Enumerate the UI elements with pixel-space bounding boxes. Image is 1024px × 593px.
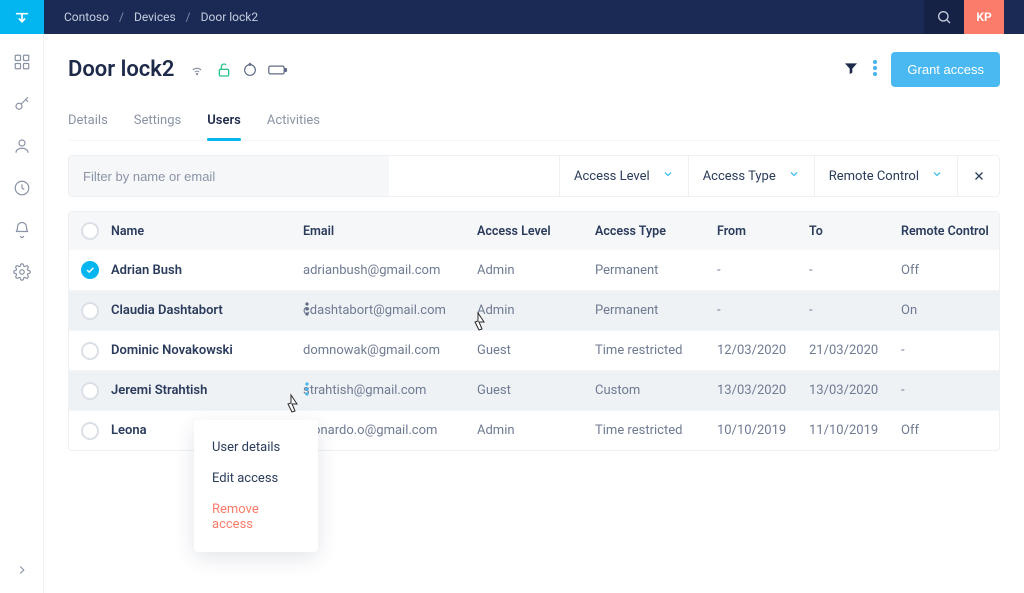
- key-icon[interactable]: [8, 90, 36, 118]
- bell-icon[interactable]: [8, 216, 36, 244]
- table-row[interactable]: Adrian Bushadrianbush@gmail.comAdminPerm…: [69, 250, 999, 290]
- cell-to: 21/03/2020: [809, 343, 901, 358]
- avatar[interactable]: KP: [964, 0, 1004, 34]
- user-details-menu-item[interactable]: User details: [194, 432, 318, 463]
- row-context-menu: User details Edit access Remove access: [194, 420, 318, 552]
- cell-type: Permanent: [595, 303, 717, 318]
- column-level[interactable]: Access Level: [477, 224, 595, 239]
- cell-type: Permanent: [595, 263, 717, 278]
- access-type-dropdown[interactable]: Access Type: [688, 156, 814, 196]
- tab-users[interactable]: Users: [207, 105, 241, 140]
- cell-from: -: [717, 263, 809, 278]
- battery-icon: [268, 64, 288, 76]
- cell-to: -: [809, 303, 901, 318]
- collapse-toggle[interactable]: [15, 551, 29, 593]
- breadcrumb-item[interactable]: Contoso: [64, 10, 109, 24]
- users-icon[interactable]: [8, 132, 36, 160]
- cell-level: Admin: [477, 423, 595, 438]
- cell-level: Admin: [477, 263, 595, 278]
- cell-from: 13/03/2020: [717, 383, 809, 398]
- cell-remote: Off: [901, 263, 999, 278]
- filter-input[interactable]: [69, 156, 389, 196]
- cell-type: Time restricted: [595, 423, 717, 438]
- row-checkbox[interactable]: [81, 302, 99, 320]
- cell-level: Admin: [477, 303, 595, 318]
- dashboard-icon[interactable]: [8, 48, 36, 76]
- column-name[interactable]: Name: [111, 224, 303, 239]
- cell-remote: -: [901, 343, 999, 358]
- breadcrumb-item[interactable]: Door lock2: [201, 10, 258, 24]
- cell-email: domnowak@gmail.com: [303, 343, 477, 358]
- grant-access-button[interactable]: Grant access: [891, 52, 1000, 87]
- search-button[interactable]: [924, 0, 964, 34]
- cell-name: Adrian Bush: [111, 263, 303, 278]
- cell-remote: On: [901, 303, 999, 318]
- cell-name: Jeremi Strahtish: [111, 383, 303, 398]
- cell-from: 12/03/2020: [717, 343, 809, 358]
- filter-icon[interactable]: [843, 60, 859, 80]
- page-title: Door lock2: [68, 57, 174, 82]
- cell-to: 11/10/2019: [809, 423, 901, 438]
- row-checkbox[interactable]: [81, 261, 99, 279]
- remove-access-menu-item[interactable]: Remove access: [194, 494, 318, 540]
- row-more-icon[interactable]: [305, 302, 309, 320]
- cell-remote: Off: [901, 423, 999, 438]
- dropdown-label: Access Level: [574, 169, 650, 184]
- tab-settings[interactable]: Settings: [134, 105, 181, 140]
- clock-icon[interactable]: [8, 174, 36, 202]
- cell-email: leonardo.o@gmail.com: [303, 423, 477, 438]
- more-options-icon[interactable]: [873, 60, 877, 80]
- cell-from: 10/10/2019: [717, 423, 809, 438]
- chevron-down-icon: [662, 168, 674, 184]
- cell-from: -: [717, 303, 809, 318]
- tab-activities[interactable]: Activities: [267, 105, 320, 140]
- cell-remote: -: [901, 383, 999, 398]
- cell-level: Guest: [477, 343, 595, 358]
- cell-to: -: [809, 263, 901, 278]
- cell-name: Claudia Dashtabort: [111, 303, 303, 318]
- row-checkbox[interactable]: [81, 342, 99, 360]
- cell-to: 13/03/2020: [809, 383, 901, 398]
- cell-email: cdashtabort@gmail.com: [303, 303, 477, 318]
- cell-name: Dominic Novakowski: [111, 343, 303, 358]
- row-checkbox[interactable]: [81, 382, 99, 400]
- select-all-checkbox[interactable]: [81, 222, 99, 240]
- edit-access-menu-item[interactable]: Edit access: [194, 463, 318, 494]
- table-row[interactable]: Jeremi Strahtishstrahtish@gmail.comGuest…: [69, 370, 999, 410]
- chevron-down-icon: [931, 168, 943, 184]
- breadcrumb-item[interactable]: Devices: [134, 10, 176, 24]
- cell-type: Custom: [595, 383, 717, 398]
- gear-icon[interactable]: [8, 258, 36, 286]
- sync-icon: [242, 62, 258, 78]
- column-email[interactable]: Email: [303, 224, 477, 239]
- column-to[interactable]: To: [809, 224, 901, 239]
- clear-filters-button[interactable]: [957, 156, 999, 196]
- cell-level: Guest: [477, 383, 595, 398]
- wifi-icon: [188, 63, 206, 77]
- cell-email: strahtish@gmail.com: [303, 383, 477, 398]
- table-row[interactable]: Dominic Novakowskidomnowak@gmail.comGues…: [69, 330, 999, 370]
- app-logo[interactable]: [0, 0, 44, 34]
- cell-email: adrianbush@gmail.com: [303, 263, 477, 278]
- column-from[interactable]: From: [717, 224, 809, 239]
- chevron-down-icon: [788, 168, 800, 184]
- breadcrumb-separator: /: [119, 10, 124, 24]
- row-checkbox[interactable]: [81, 422, 99, 440]
- column-remote[interactable]: Remote Control: [901, 224, 999, 239]
- breadcrumb: Contoso / Devices / Door lock2: [64, 10, 258, 24]
- table-row[interactable]: Claudia Dashtabortcdashtabort@gmail.comA…: [69, 290, 999, 330]
- tab-details[interactable]: Details: [68, 105, 108, 140]
- breadcrumb-separator: /: [186, 10, 191, 24]
- lock-open-icon: [216, 62, 232, 78]
- row-more-icon[interactable]: [305, 382, 309, 400]
- access-level-dropdown[interactable]: Access Level: [559, 156, 688, 196]
- dropdown-label: Remote Control: [829, 169, 919, 184]
- cell-type: Time restricted: [595, 343, 717, 358]
- dropdown-label: Access Type: [703, 169, 776, 184]
- remote-control-dropdown[interactable]: Remote Control: [814, 156, 957, 196]
- column-type[interactable]: Access Type: [595, 224, 717, 239]
